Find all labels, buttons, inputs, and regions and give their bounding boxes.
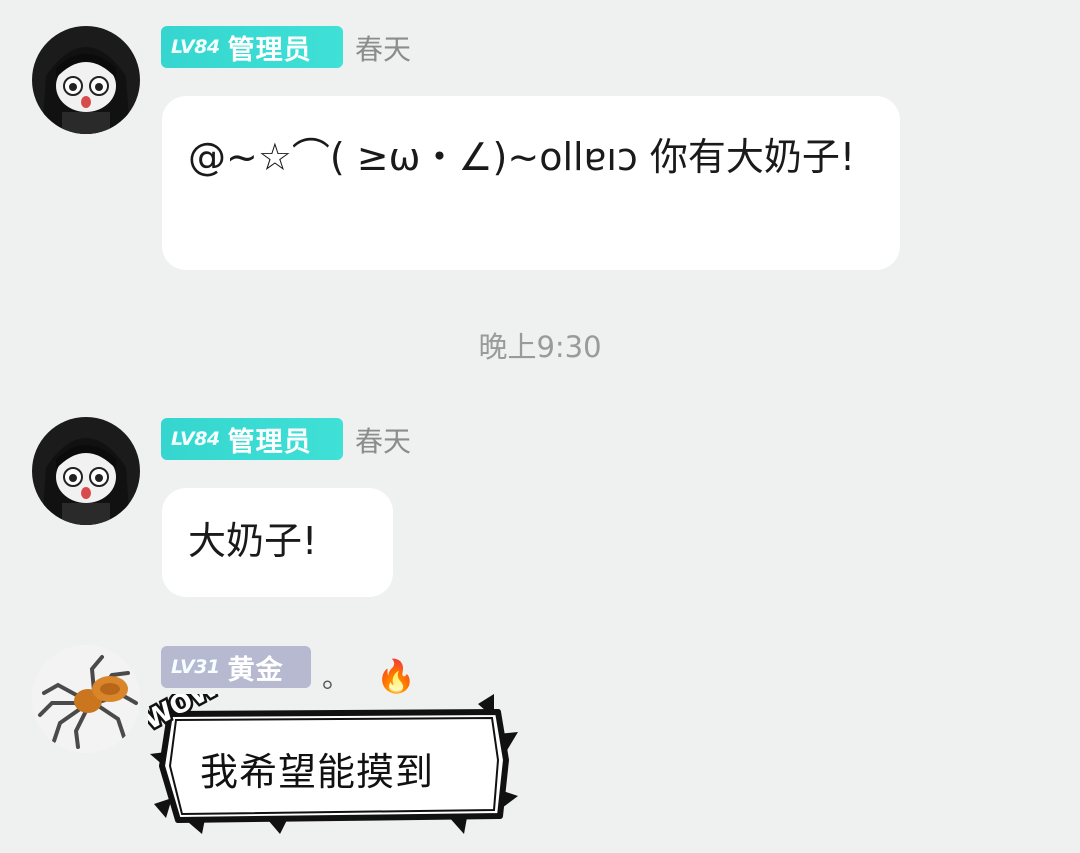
message-bubble[interactable]: @~☆⌒( ≥ω・∠)~ollɐıɔ 你有大奶子! xyxy=(162,96,900,270)
sticker-message-text: 我希望能摸到 xyxy=(200,750,435,794)
role-label: 管理员 xyxy=(227,426,312,458)
username-text: 。 xyxy=(322,661,351,694)
fire-icon: 🔥 xyxy=(376,657,416,695)
username[interactable]: 春天 xyxy=(355,28,411,68)
message-bubble[interactable]: 大奶子! xyxy=(162,488,393,597)
level-badge: LV84 管理员 xyxy=(161,26,343,68)
level-label: LV84 xyxy=(171,428,220,450)
message-text: @~☆⌒( ≥ω・∠)~ollɐıɔ 你有大奶子! xyxy=(188,135,856,179)
level-badge: LV84 管理员 xyxy=(161,418,343,460)
level-label: LV84 xyxy=(171,36,220,58)
username[interactable]: 。 🔥 xyxy=(322,656,416,696)
user-avatar-chuntian[interactable] xyxy=(32,26,140,134)
message-text: 大奶子! xyxy=(188,519,318,563)
username[interactable]: 春天 xyxy=(355,420,411,460)
user-avatar-spider[interactable] xyxy=(32,645,140,753)
role-label: 管理员 xyxy=(227,34,312,66)
timestamp: 晚上9:30 xyxy=(478,330,602,364)
user-avatar-chuntian[interactable] xyxy=(32,417,140,525)
level-label: LV31 xyxy=(171,656,220,678)
role-label: 黄金 xyxy=(227,654,284,686)
level-badge: LV31 黄金 xyxy=(161,646,311,688)
